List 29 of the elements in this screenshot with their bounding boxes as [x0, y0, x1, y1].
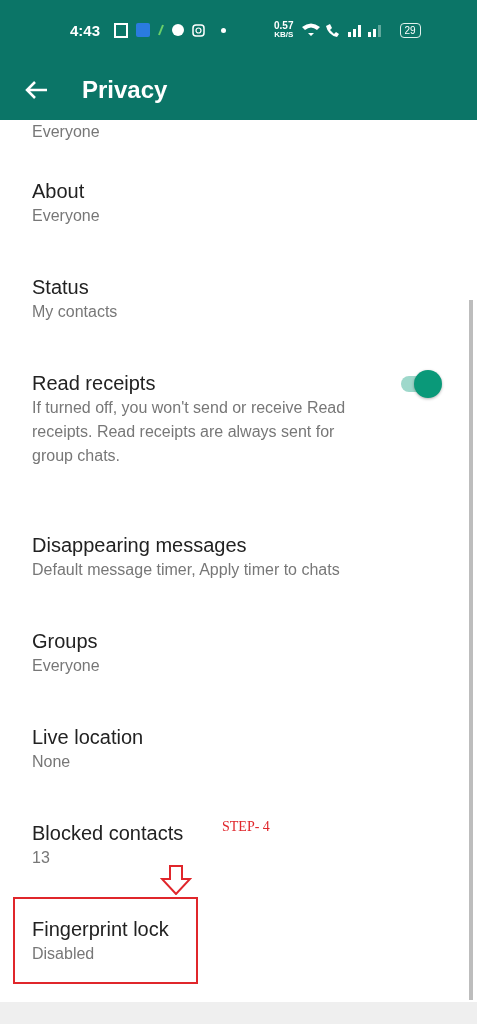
network-speed: 0.57 KB/S — [274, 21, 294, 39]
setting-title: Blocked contacts — [32, 821, 184, 846]
setting-title: Live location — [32, 725, 144, 750]
back-arrow-icon[interactable] — [24, 80, 48, 100]
status-time: 4:43 — [70, 21, 101, 39]
setting-title: Disappearing messages — [32, 533, 247, 558]
setting-value: Everyone — [32, 206, 100, 226]
setting-value: My contacts — [32, 302, 118, 322]
toggle-switch[interactable] — [399, 370, 443, 398]
app-icon — [136, 23, 151, 37]
setting-value: Everyone — [32, 122, 101, 142]
dot-icon — [221, 27, 227, 33]
setting-value: Disabled — [32, 944, 95, 964]
setting-title: Groups — [32, 629, 98, 654]
setting-title: About — [32, 179, 85, 204]
setting-title: Read receipts — [32, 371, 156, 396]
setting-value: None — [32, 752, 71, 772]
screen-title: Privacy — [82, 76, 168, 104]
setting-value: 13 — [32, 848, 50, 868]
camera-icon — [192, 23, 206, 37]
down-arrow-icon — [160, 865, 192, 895]
setting-title: Status — [32, 275, 89, 300]
step-label: STEP- 4 — [222, 819, 270, 835]
news-icon — [114, 22, 129, 38]
setting-description: If turned off, you won't send or receive Read receipts. Read receipts are always sent for group chats. — [32, 398, 347, 466]
setting-value: Everyone — [32, 656, 100, 676]
battery-level: 29 — [399, 22, 421, 38]
setting-value: Default message timer, Apply timer to chats — [32, 560, 340, 580]
setting-title: Fingerprint lock — [32, 917, 169, 942]
